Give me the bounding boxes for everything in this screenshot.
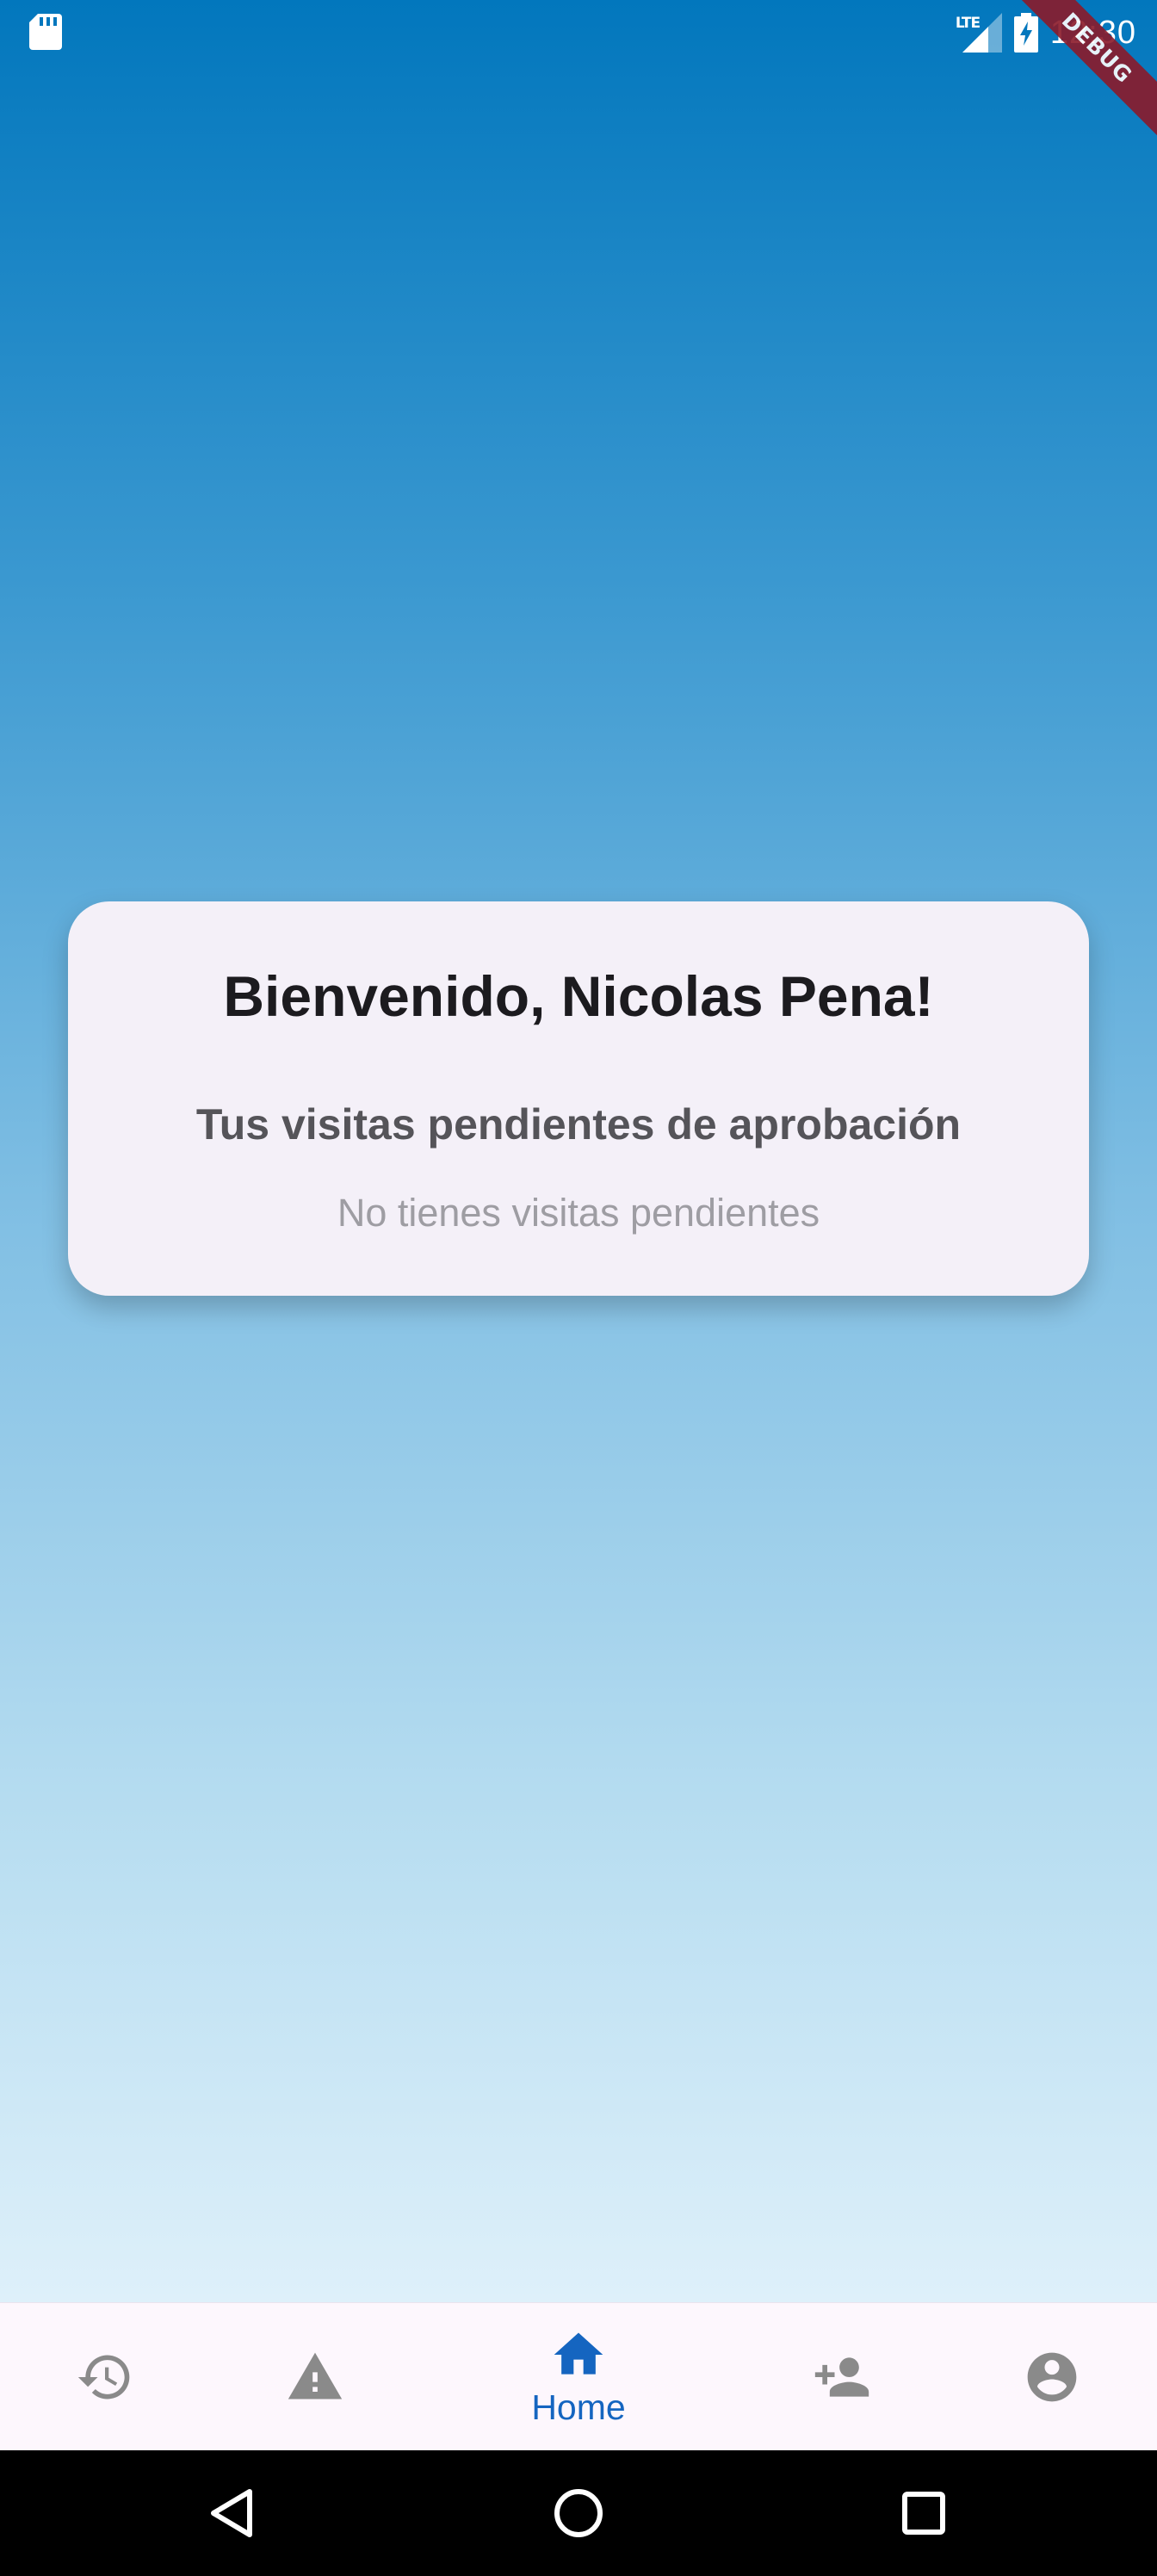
pending-visits-heading: Tus visitas pendientes de aprobación (195, 1100, 962, 1149)
welcome-title: Bienvenido, Nicolas Pena! (223, 964, 934, 1028)
bottom-navigation: Home (0, 2302, 1157, 2451)
account-circle-icon (1027, 2352, 1077, 2402)
sd-card-icon (29, 14, 62, 50)
welcome-card: Bienvenido, Nicolas Pena! Tus visitas pe… (68, 901, 1089, 1296)
app-screen: LTE 12:30 DEBUG Bienvenido, Nicolas Pena… (0, 0, 1157, 2302)
system-navigation-bar (0, 2450, 1157, 2576)
status-bar: LTE 12:30 DEBUG (0, 0, 1157, 147)
nav-item-add-person[interactable] (789, 2303, 895, 2451)
person-add-icon (814, 2357, 869, 2397)
pending-visits-empty-message: No tienes visitas pendientes (337, 1191, 820, 1235)
nav-item-alerts[interactable] (262, 2303, 368, 2451)
battery-charging-icon (1013, 13, 1038, 53)
nav-home-label: Home (531, 2387, 626, 2427)
nav-item-home[interactable]: Home (492, 2303, 665, 2451)
network-indicator: LTE (956, 13, 1002, 53)
recents-icon[interactable] (892, 2481, 956, 2545)
home-circle-icon[interactable] (547, 2481, 610, 2545)
signal-icon (962, 13, 1002, 53)
nav-item-profile[interactable] (999, 2303, 1105, 2451)
nav-item-history[interactable] (52, 2303, 158, 2451)
warning-icon (288, 2352, 343, 2400)
home-icon (554, 2332, 603, 2375)
history-icon (77, 2355, 130, 2400)
back-icon[interactable] (201, 2481, 265, 2545)
